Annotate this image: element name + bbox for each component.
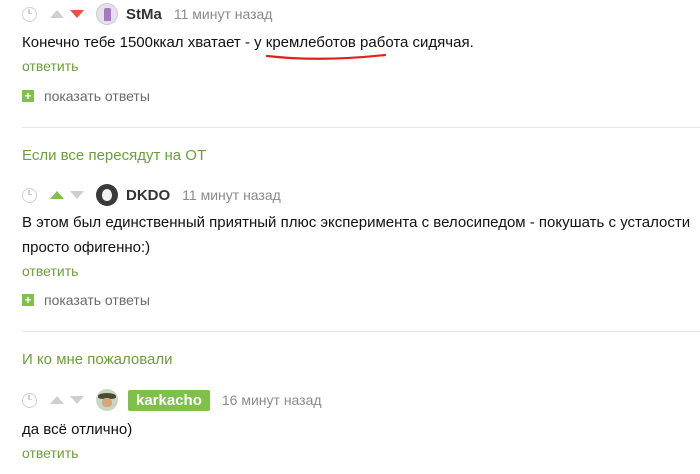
plus-icon: + [22, 90, 34, 102]
comment-text: В этом был единственный приятный плюс эк… [22, 214, 691, 256]
username[interactable]: DKDO [126, 187, 170, 204]
username[interactable]: karkacho [128, 389, 210, 411]
show-replies-label: показать ответы [44, 88, 150, 104]
upvote-icon[interactable] [50, 191, 64, 199]
timestamp: 16 минут назад [221, 392, 322, 408]
upvote-icon[interactable] [50, 396, 64, 404]
thread-title[interactable]: И ко мне пожаловали [22, 351, 173, 368]
show-replies-button[interactable]: + показать ответы [22, 88, 150, 104]
reply-link[interactable]: ответить [22, 58, 78, 74]
show-replies-label: показать ответы [44, 292, 150, 308]
comment-1-meta: StMa 11 минут назад [22, 3, 272, 25]
reply-link[interactable]: ответить [22, 445, 78, 461]
downvote-icon[interactable] [70, 396, 84, 404]
clock-icon [22, 392, 37, 408]
avatar[interactable] [96, 184, 118, 206]
timestamp: 11 минут назад [173, 6, 273, 22]
comment-3-meta: karkacho 16 минут назад [22, 389, 322, 411]
divider [22, 331, 700, 332]
comment-2-meta: DKDO 11 минут назад [22, 184, 281, 206]
avatar[interactable] [96, 3, 118, 25]
avatar[interactable] [96, 389, 118, 411]
clock-icon [22, 187, 37, 203]
username[interactable]: StMa [126, 6, 162, 23]
timestamp: 11 минут назад [182, 187, 281, 203]
reply-link[interactable]: ответить [22, 263, 78, 279]
upvote-icon[interactable] [50, 10, 64, 18]
comment-text: Конечно тебе 1500ккал хватает - у кремле… [22, 34, 474, 51]
thread-title[interactable]: Если все пересядут на ОТ [22, 147, 206, 164]
downvote-icon[interactable] [70, 10, 84, 18]
clock-icon [22, 6, 37, 22]
plus-icon: + [22, 294, 34, 306]
comment-text: да всё отлично) [22, 421, 133, 438]
divider [22, 127, 700, 128]
show-replies-button[interactable]: + показать ответы [22, 292, 150, 308]
downvote-icon[interactable] [70, 191, 84, 199]
